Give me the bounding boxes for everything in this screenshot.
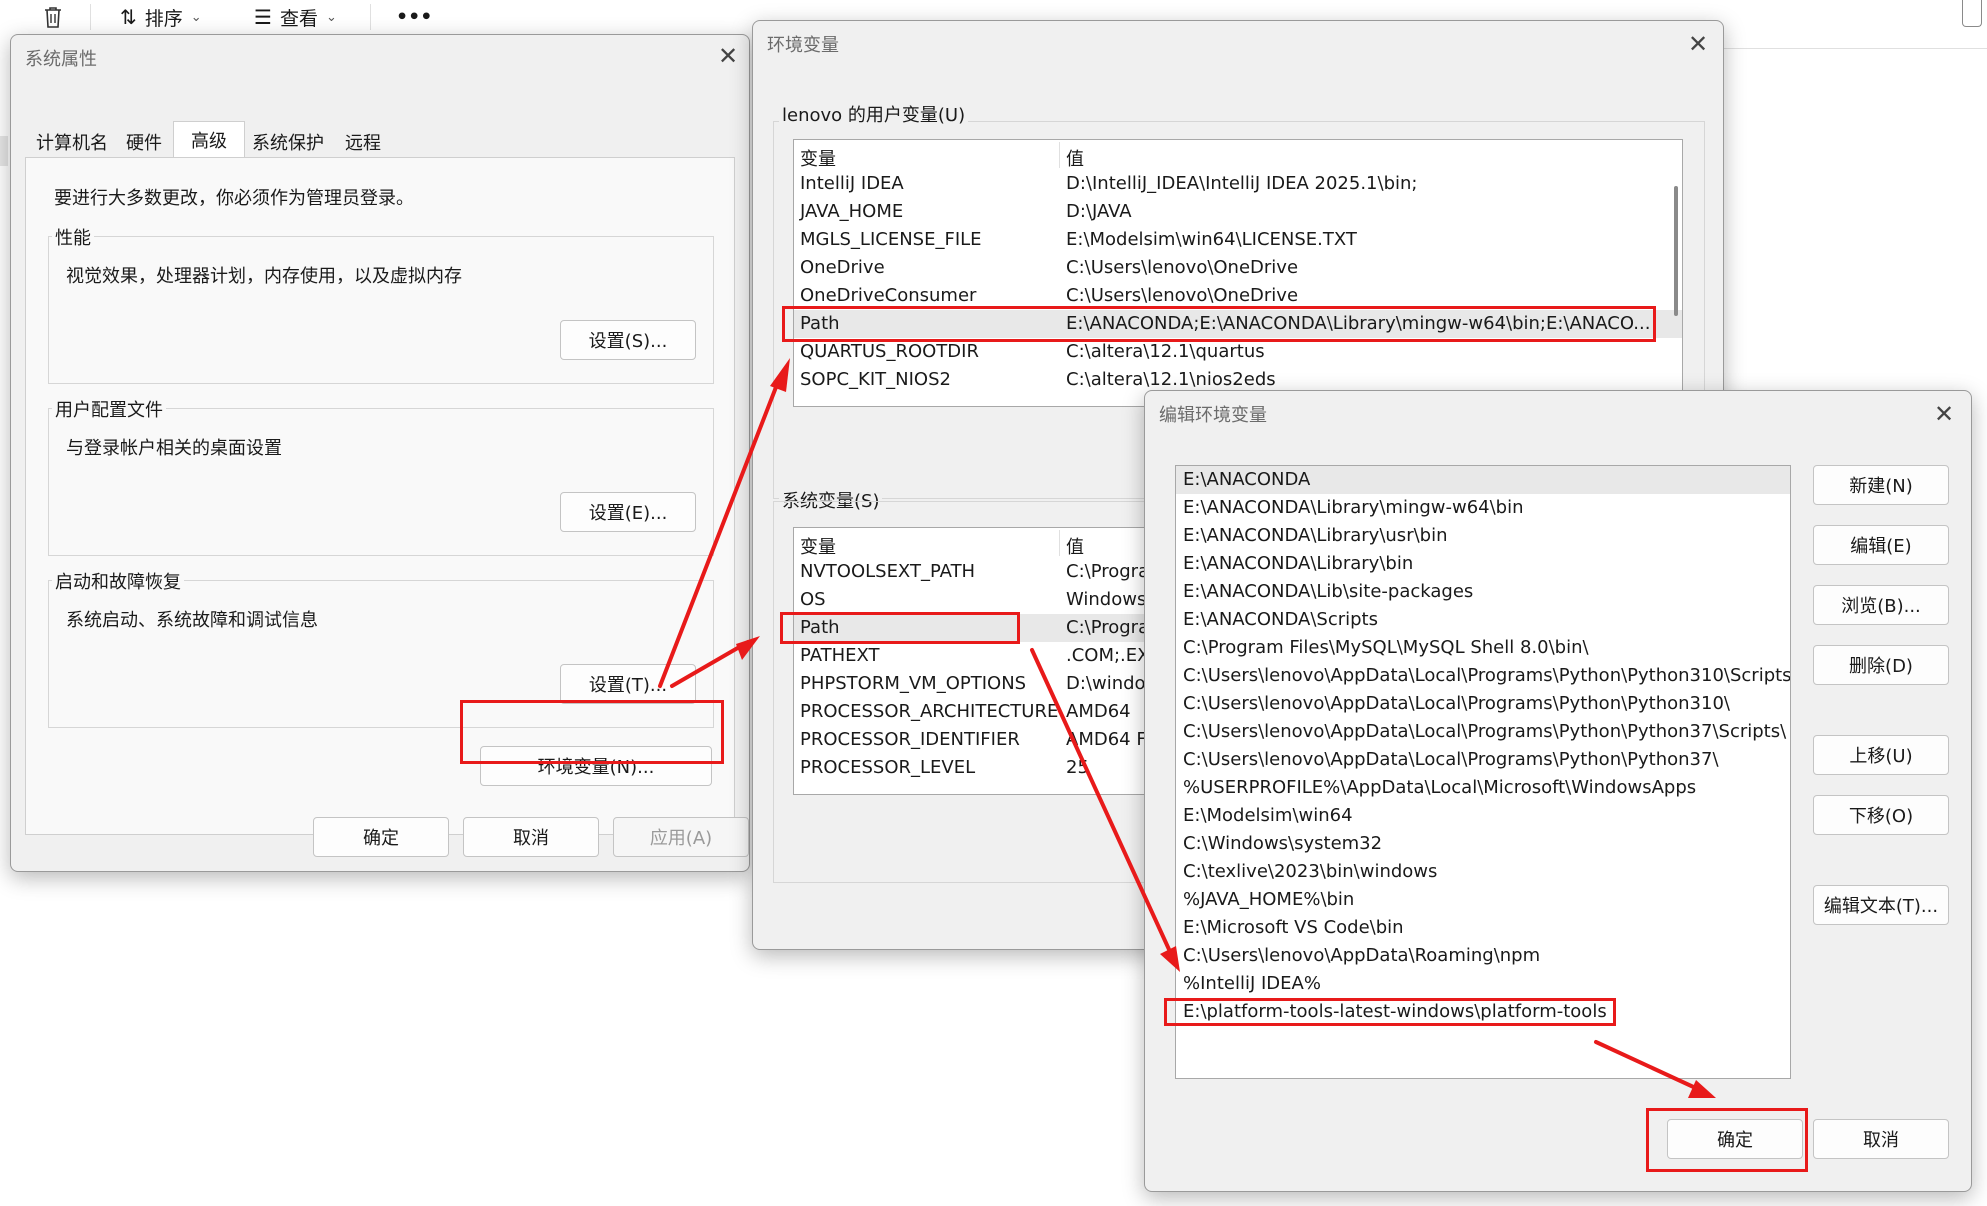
arrow-to-new-entry (1030, 648, 1174, 958)
arrow-to-user-path (658, 380, 780, 688)
arrowhead (1160, 946, 1180, 972)
arrowhead (1688, 1080, 1716, 1098)
arrow-to-system-path (670, 640, 750, 688)
arrow-to-ok (1594, 1040, 1702, 1092)
annotation-arrows (658, 358, 1716, 1098)
arrowhead (736, 636, 760, 660)
arrowhead (770, 358, 790, 392)
